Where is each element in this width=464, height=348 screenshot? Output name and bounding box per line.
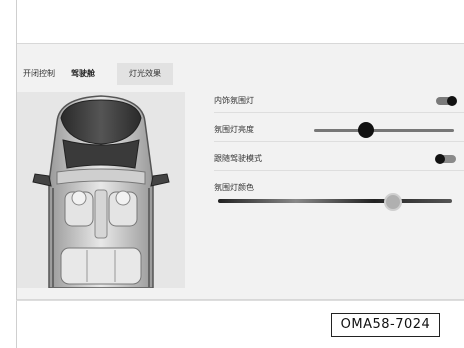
tab-lighting[interactable]: 灯光效果 bbox=[117, 63, 173, 85]
interior-light-label: 内饰氛围灯 bbox=[214, 96, 254, 105]
color-label: 氛围灯颜色 bbox=[214, 183, 254, 192]
setting-brightness: 氛围灯亮度 bbox=[214, 117, 464, 142]
brightness-slider-knob[interactable] bbox=[358, 122, 374, 138]
manual-page: 开闭控制 驾驶舱 灯光效果 内饰氛围灯 氛围灯亮度 跟随驾驶模式 氛围灯颜色 O… bbox=[0, 0, 464, 348]
follow-drive-mode-label: 跟随驾驶模式 bbox=[214, 154, 262, 163]
vehicle-panel bbox=[17, 92, 185, 288]
color-slider-track[interactable] bbox=[218, 199, 452, 203]
car-top-view-icon bbox=[32, 95, 170, 288]
follow-drive-mode-toggle[interactable] bbox=[435, 154, 456, 164]
setting-color: 氛围灯颜色 bbox=[214, 175, 464, 215]
toggle-knob bbox=[447, 96, 457, 106]
lighting-settings: 内饰氛围灯 氛围灯亮度 跟随驾驶模式 氛围灯颜色 bbox=[214, 88, 464, 219]
setting-interior-light: 内饰氛围灯 bbox=[214, 88, 464, 113]
tab-cockpit[interactable]: 驾驶舱 bbox=[63, 63, 103, 85]
bottom-rule bbox=[16, 300, 464, 301]
tab-open-close[interactable]: 开闭控制 bbox=[17, 63, 63, 85]
setting-follow-drive-mode: 跟随驾驶模式 bbox=[214, 146, 464, 171]
interior-light-toggle[interactable] bbox=[436, 96, 457, 106]
figure-id-label: OMA58-7024 bbox=[331, 313, 440, 337]
brightness-label: 氛围灯亮度 bbox=[214, 125, 254, 134]
color-slider-knob[interactable] bbox=[384, 193, 402, 211]
tab-bar: 开闭控制 驾驶舱 灯光效果 bbox=[17, 63, 173, 85]
toggle-knob bbox=[435, 154, 445, 164]
brightness-slider-track[interactable] bbox=[314, 129, 454, 132]
